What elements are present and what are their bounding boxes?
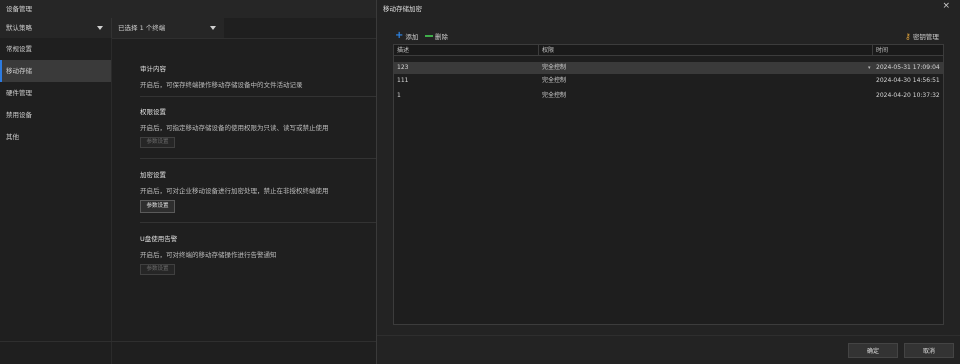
row-permission[interactable]: 完全控制 [539,75,566,87]
policy-select-value: 默认策略 [6,24,32,32]
encryption-table: 描述 权限 时间 123 完全控制 ▾ 2024-05-31 17:09:04 … [393,44,944,325]
minus-icon [425,35,433,37]
sidebar: 常规设置 移动存储 硬件管理 禁用设备 其他 [0,38,112,364]
add-label: 添加 [405,33,419,41]
delete-label: 删除 [435,33,448,41]
dialog-title: 移动存储加密 [383,5,422,13]
device-management-window: 设备管理 默认策略 已选择 1 个终端 常规设置 移动存储 硬件管理 禁用设备 … [0,0,376,364]
row-time: 2024-04-20 10:37:32 [876,92,940,99]
encrypt-desc: 开启后，可对企业移动设备进行加密处理，禁止在非授权终端使用 [140,187,329,195]
divider [0,341,376,342]
chevron-down-icon [97,26,103,30]
removable-storage-encryption-dialog: 移动存储加密 × + 添加 删除 ⚷ 密钥管理 描述 权限 时间 123 完全控… [376,0,960,364]
key-manage-label: 密钥管理 [912,33,939,41]
row-time: 2024-04-30 14:56:51 [876,77,940,84]
table-row[interactable]: 111 完全控制 2024-04-30 14:56:51 [394,75,943,87]
sidebar-item-disabled-devices[interactable]: 禁用设备 [0,104,111,126]
row-permission[interactable]: 完全控制 [539,90,566,102]
row-desc: 111 [397,77,409,84]
key-manage-button[interactable]: ⚷ 密钥管理 [905,31,939,42]
permission-param-button[interactable]: 参数设置 [140,137,175,148]
encrypt-title: 加密设置 [140,171,166,179]
settings-content: 审计内容 开启后，可保存终端操作移动存储设备中的文件活动记录 权限设置 开启后，… [112,38,376,364]
table-header: 描述 权限 时间 [394,45,943,56]
sidebar-item-hardware[interactable]: 硬件管理 [0,82,111,104]
alert-title: U盘使用告警 [140,235,178,243]
alert-desc: 开启后，可对终端的移动存储操作进行告警通知 [140,251,277,259]
policy-select[interactable]: 默认策略 [0,18,112,38]
sidebar-item-general[interactable]: 常规设置 [0,38,111,60]
divider [140,222,376,223]
row-time: 2024-05-31 17:09:04 [876,64,940,71]
divider [140,96,376,97]
row-desc: 1 [397,92,401,99]
add-button[interactable]: + 添加 [395,30,419,42]
close-icon[interactable]: × [942,1,950,11]
row-desc: 123 [397,64,409,71]
column-header-desc[interactable]: 描述 [394,45,539,56]
terminal-select-value: 已选择 1 个终端 [118,24,166,32]
divider [377,335,960,336]
alert-param-button[interactable]: 参数设置 [140,264,175,275]
table-row[interactable]: 123 完全控制 ▾ 2024-05-31 17:09:04 [394,62,943,74]
audit-desc: 开启后，可保存终端操作移动存储设备中的文件活动记录 [140,81,303,89]
row-permission[interactable]: 完全控制 [539,62,566,74]
key-icon: ⚷ [905,31,911,41]
divider [140,158,376,159]
encrypt-param-button[interactable]: 参数设置 [140,200,175,213]
chevron-down-icon[interactable]: ▾ [868,62,871,74]
sidebar-item-removable-storage[interactable]: 移动存储 [0,60,111,82]
permission-title: 权限设置 [140,108,166,116]
column-header-permission[interactable]: 权限 [539,45,873,56]
audit-title: 审计内容 [140,65,166,73]
sidebar-item-other[interactable]: 其他 [0,126,111,148]
column-header-time[interactable]: 时间 [873,45,943,56]
delete-button[interactable]: 删除 [425,31,448,41]
window-title: 设备管理 [0,0,376,18]
permission-desc: 开启后，可指定移动存储设备的使用权限为只读、读写或禁止使用 [140,124,329,132]
chevron-down-icon [210,26,216,30]
ok-button[interactable]: 确定 [848,343,898,358]
terminal-select[interactable]: 已选择 1 个终端 [112,18,224,38]
table-row[interactable]: 1 完全控制 2024-04-20 10:37:32 [394,90,943,102]
cancel-button[interactable]: 取消 [904,343,954,358]
plus-icon: + [395,30,404,41]
